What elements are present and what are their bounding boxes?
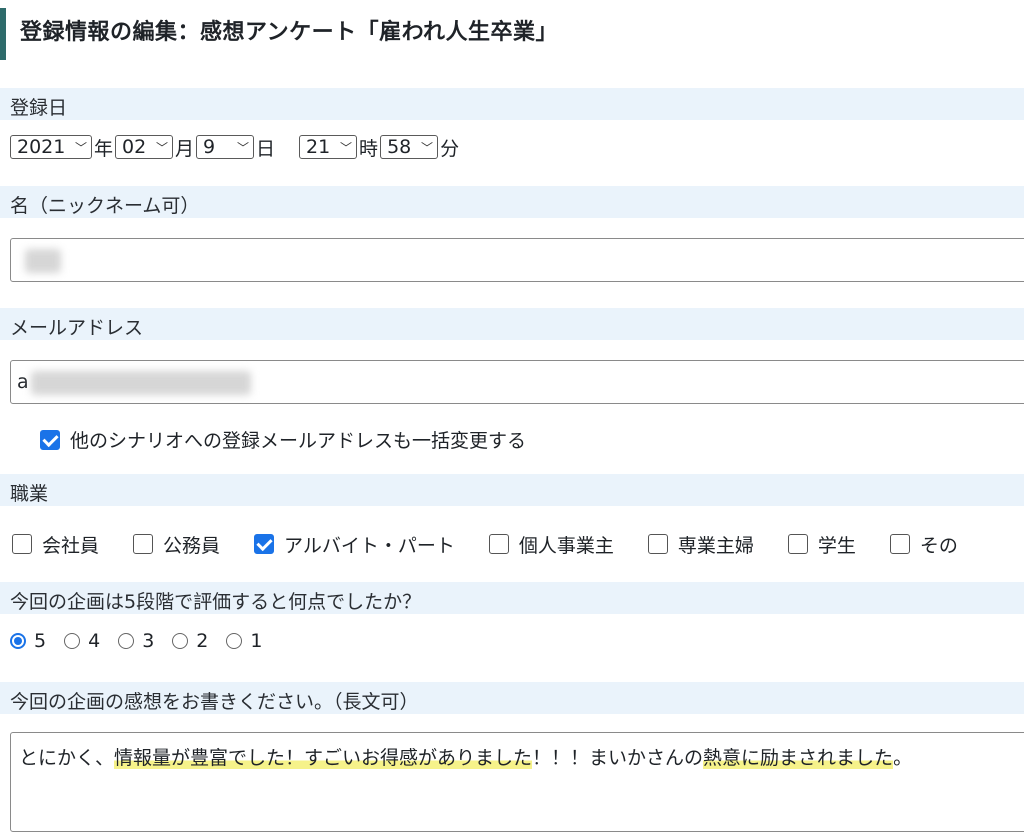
section-registration-date: 登録日 bbox=[0, 88, 1024, 120]
occupation-label: 職業 bbox=[10, 483, 49, 505]
rating-option-5[interactable]: 5 bbox=[10, 630, 46, 652]
name-label: 名（ニックネーム可） bbox=[10, 195, 200, 217]
section-email: メールアドレス bbox=[0, 308, 1024, 340]
rating-radio[interactable] bbox=[10, 633, 26, 649]
hour-value: 21 bbox=[306, 136, 331, 158]
occupation-option-label: 公務員 bbox=[163, 534, 221, 557]
chevron-down-icon: ﹀ bbox=[156, 140, 169, 155]
section-occupation: 職業 bbox=[0, 474, 1024, 506]
rating-option-label: 4 bbox=[88, 630, 101, 652]
impressions-textarea[interactable]: とにかく、情報量が豊富でした！すごいお得感がありました！！！まいかさんの熱意に励… bbox=[10, 732, 1024, 832]
occupation-checkbox[interactable] bbox=[12, 534, 32, 554]
year-select[interactable]: 2021 ﹀ bbox=[10, 135, 92, 159]
email-visible-prefix: a bbox=[17, 371, 29, 393]
year-unit: 年 bbox=[94, 137, 114, 160]
section-name: 名（ニックネーム可） bbox=[0, 186, 1024, 218]
occupation-option-other[interactable]: その bbox=[889, 531, 958, 558]
section-rating: 今回の企画は5段階で評価すると何点でしたか？ bbox=[0, 582, 1024, 614]
occupation-option-student[interactable]: 学生 bbox=[787, 531, 856, 558]
bulk-change-checkbox[interactable] bbox=[40, 429, 60, 450]
section-impressions: 今回の企画の感想をお書きください。（長文可） bbox=[0, 682, 1024, 714]
rating-radio[interactable] bbox=[118, 633, 135, 649]
chevron-down-icon: ﹀ bbox=[74, 140, 87, 155]
rating-option-4[interactable]: 4 bbox=[64, 630, 100, 652]
occupation-option-company-employee[interactable]: 会社員 bbox=[12, 531, 99, 558]
day-select[interactable]: 9 ﹀ bbox=[196, 135, 255, 159]
minute-value: 58 bbox=[387, 136, 412, 158]
rating-radio[interactable] bbox=[64, 633, 81, 649]
rating-option-label: 5 bbox=[34, 630, 47, 652]
minute-select[interactable]: 58 ﹀ bbox=[380, 135, 439, 159]
month-unit: 月 bbox=[175, 137, 195, 160]
minute-unit: 分 bbox=[440, 137, 460, 160]
impressions-text: とにかく、 bbox=[19, 747, 115, 769]
occupation-option-label: 学生 bbox=[817, 534, 856, 557]
chevron-down-icon: ﹀ bbox=[340, 140, 353, 155]
rating-option-label: 2 bbox=[196, 630, 209, 652]
rating-radio[interactable] bbox=[226, 633, 243, 649]
occupation-option-label: 専業主婦 bbox=[677, 534, 754, 557]
rating-label: 今回の企画は5段階で評価すると何点でしたか？ bbox=[10, 591, 422, 613]
chevron-down-icon: ﹀ bbox=[421, 140, 434, 155]
rating-option-label: 1 bbox=[250, 630, 263, 652]
occupation-option-homemaker[interactable]: 専業主婦 bbox=[647, 531, 754, 558]
email-label: メールアドレス bbox=[10, 317, 144, 339]
occupation-checkbox[interactable] bbox=[488, 534, 509, 554]
impressions-text-highlight: 熱意に励まされました bbox=[703, 747, 894, 769]
bulk-change-option[interactable]: 他のシナリオへの登録メールアドレスも一括変更する bbox=[40, 426, 526, 453]
redacted-name bbox=[25, 249, 61, 273]
bulk-change-label: 他のシナリオへの登録メールアドレスも一括変更する bbox=[70, 430, 527, 452]
month-value: 02 bbox=[122, 136, 147, 158]
impressions-text: ！！！まいかさんの bbox=[532, 747, 704, 769]
occupation-option-label: 個人事業主 bbox=[518, 534, 614, 557]
hour-select[interactable]: 21 ﹀ bbox=[299, 135, 358, 159]
impressions-text: 。 bbox=[893, 747, 913, 769]
impressions-label: 今回の企画の感想をお書きください。（長文可） bbox=[10, 691, 419, 713]
occupation-checkbox[interactable] bbox=[787, 534, 808, 554]
registration-date-row: 2021 ﹀ 年 02 ﹀ 月 9 ﹀ 日 21 ﹀ 時 58 ﹀ 分 bbox=[10, 132, 461, 162]
occupation-option-label: アルバイト・パート bbox=[284, 534, 455, 557]
occupation-option-label: 会社員 bbox=[42, 534, 100, 557]
title-accent-bar bbox=[0, 8, 6, 60]
month-select[interactable]: 02 ﹀ bbox=[115, 135, 174, 159]
occupation-options: 会社員 公務員 アルバイト・パート 個人事業主 専業主婦 学生 その bbox=[12, 528, 992, 560]
rating-option-3[interactable]: 3 bbox=[118, 630, 154, 652]
email-input[interactable]: a bbox=[10, 360, 1024, 404]
occupation-checkbox[interactable] bbox=[889, 534, 910, 554]
registration-date-label: 登録日 bbox=[10, 97, 68, 119]
day-unit: 日 bbox=[256, 137, 276, 160]
day-value: 9 bbox=[203, 136, 216, 158]
chevron-down-icon: ﹀ bbox=[237, 140, 250, 155]
rating-radio[interactable] bbox=[172, 633, 189, 649]
occupation-checkbox[interactable] bbox=[647, 534, 668, 554]
rating-option-1[interactable]: 1 bbox=[226, 630, 262, 652]
rating-option-label: 3 bbox=[142, 630, 155, 652]
occupation-option-label: その bbox=[919, 534, 958, 557]
occupation-checkbox[interactable] bbox=[133, 534, 154, 554]
occupation-checkbox[interactable] bbox=[254, 534, 275, 554]
page-title: 登録情報の編集：感想アンケート「雇われ人生卒業」 bbox=[20, 20, 559, 45]
redacted-email bbox=[31, 371, 251, 395]
rating-options: 5 4 3 2 1 bbox=[10, 630, 280, 652]
impressions-text-highlight: 情報量が豊富でした！すごいお得感がありました bbox=[114, 747, 533, 769]
occupation-option-self-employed[interactable]: 個人事業主 bbox=[488, 531, 614, 558]
name-input[interactable] bbox=[10, 238, 1024, 282]
occupation-option-civil-servant[interactable]: 公務員 bbox=[133, 531, 220, 558]
rating-option-2[interactable]: 2 bbox=[172, 630, 208, 652]
occupation-option-part-time[interactable]: アルバイト・パート bbox=[254, 531, 455, 558]
hour-unit: 時 bbox=[359, 137, 379, 160]
page-header: 登録情報の編集：感想アンケート「雇われ人生卒業」 bbox=[0, 0, 1024, 60]
year-value: 2021 bbox=[17, 136, 66, 158]
